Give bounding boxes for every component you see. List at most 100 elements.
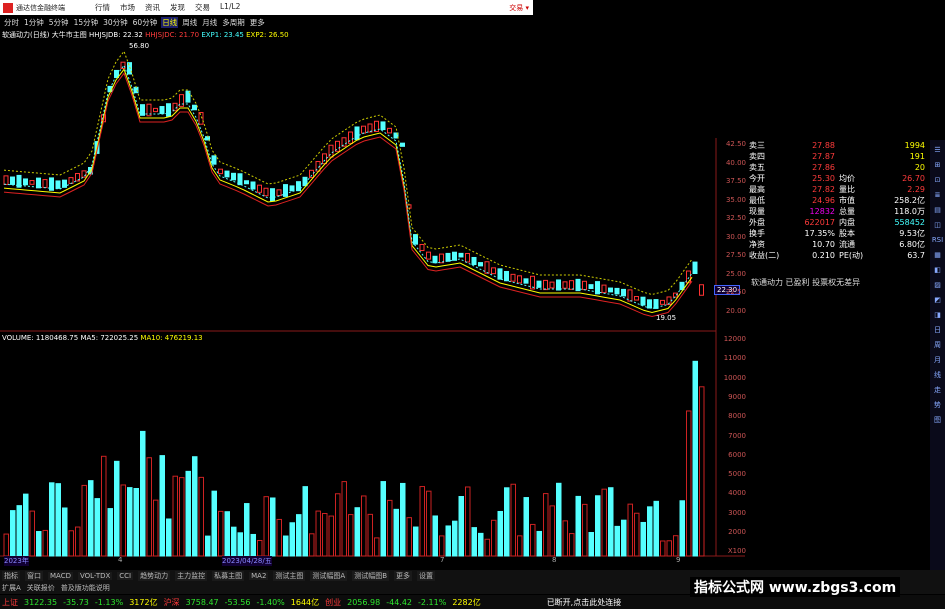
indicator-tab[interactable]: 趋势动力 (138, 571, 171, 581)
volume-bar (75, 526, 81, 557)
indicator-tab[interactable]: MACD (48, 572, 73, 580)
candlestick (647, 299, 652, 309)
volume-bar (653, 500, 659, 557)
period-week[interactable]: 周线 (181, 17, 198, 28)
candlestick (62, 179, 67, 188)
x-label-9: 9 (676, 556, 681, 564)
period-1m[interactable]: 1分钟 (23, 17, 45, 28)
volume-tick: 10000 (723, 373, 746, 382)
sidebar-tool-icon[interactable]: ◫ (932, 219, 944, 232)
period-day[interactable]: 日线 (161, 16, 179, 28)
kline-chart[interactable] (0, 0, 945, 609)
quote-label: 现量 (749, 207, 765, 216)
indicator-tab[interactable]: 设置 (417, 571, 436, 581)
period-multi[interactable]: 多周期 (221, 17, 246, 28)
volume-bar (549, 505, 555, 557)
menu-item-l1l2[interactable]: L1/L2 (220, 2, 240, 13)
extension-tab[interactable]: 关联报价 (27, 583, 55, 593)
sidebar-tool-icon[interactable]: 走 (932, 384, 944, 397)
candlestick (49, 177, 54, 191)
index-name[interactable]: 创业 (325, 597, 341, 608)
connection-status[interactable]: 已断开,点击此处连接 (547, 597, 622, 608)
menu-item-trade[interactable]: 交易 (195, 2, 210, 13)
candlestick (452, 251, 457, 261)
candlestick (536, 280, 542, 288)
candlestick (263, 187, 269, 197)
candlestick (367, 123, 373, 133)
index-price: 2056.98 (347, 597, 381, 607)
volume-bar (127, 487, 133, 557)
menu-item-markets[interactable]: 市场 (120, 2, 135, 13)
exp-line-cyan (3, 64, 693, 310)
volume-bar (88, 480, 94, 557)
candlestick (120, 61, 126, 69)
candlestick (172, 102, 178, 112)
volume-bar (367, 513, 373, 557)
trade-button[interactable]: 交易 ▾ (509, 3, 529, 13)
x-label-8: 8 (552, 556, 557, 564)
volume-bar (562, 520, 568, 557)
indicator-tab[interactable]: 窗口 (25, 571, 43, 581)
indicator-tab[interactable]: 测试主图 (273, 571, 306, 581)
sidebar-tool-icon[interactable]: ⊡ (932, 174, 944, 187)
sidebar-tool-icon[interactable]: ⊞ (932, 159, 944, 172)
indicator-tab[interactable]: 私募主图 (212, 571, 245, 581)
period-15m[interactable]: 15分钟 (73, 17, 100, 28)
menu-item-news[interactable]: 资讯 (145, 2, 160, 13)
sidebar-tool-icon[interactable]: ▦ (932, 249, 944, 262)
sidebar-tool-icon[interactable]: 势 (932, 399, 944, 412)
sidebar-tool-icon[interactable]: 图 (932, 414, 944, 427)
index-name[interactable]: 上证 (2, 597, 18, 608)
menu-item-market[interactable]: 行情 (95, 2, 110, 13)
indicator-tab[interactable]: 主力监控 (175, 571, 208, 581)
volume-bar (133, 488, 139, 557)
main-indicator-name[interactable]: 大牛市主图 (52, 31, 87, 39)
legend-hhjsjdb: HHJSJDB: 22.32 (88, 31, 143, 39)
period-5m[interactable]: 5分钟 (48, 17, 70, 28)
volume-tick: 4000 (728, 489, 746, 498)
menu-item-discover[interactable]: 发现 (170, 2, 185, 13)
price-tick: 37.50 (725, 177, 746, 185)
sidebar-tool-icon[interactable]: ☰ (932, 144, 944, 157)
sidebar-tool-icon[interactable]: 周 (932, 339, 944, 352)
x-label-4: 4 (118, 556, 123, 564)
indicator-tab[interactable]: 测试幅图A (310, 571, 348, 581)
quote-row: 换手 17.35% 股本 9.53亿 (749, 228, 929, 239)
volume-bar (205, 535, 211, 557)
period-60m[interactable]: 60分钟 (132, 17, 159, 28)
indicator-tab[interactable]: CCI (117, 572, 134, 580)
volume-value: VOLUME: 1180468.75 (2, 334, 79, 342)
period-tick[interactable]: 分时 (3, 17, 20, 28)
sidebar-tool-icon[interactable]: 线 (932, 369, 944, 382)
index-name[interactable]: 沪深 (164, 597, 180, 608)
candlestick (328, 144, 334, 158)
period-month[interactable]: 月线 (201, 17, 218, 28)
volume-bar (289, 522, 295, 557)
candlestick (81, 170, 87, 178)
legend-hhjsjdc: HHJSJDC: 21.70 (145, 31, 200, 39)
sidebar-tool-icon[interactable]: 日 (932, 324, 944, 337)
indicator-tab[interactable]: 指标 (2, 571, 20, 581)
sidebar-tool-icon[interactable]: ▤ (932, 204, 944, 217)
sidebar-tool-icon[interactable]: ◧ (932, 264, 944, 277)
sidebar-tool-icon[interactable]: 月 (932, 354, 944, 367)
sidebar-tool-icon[interactable]: ≣ (932, 189, 944, 202)
indicator-tab[interactable]: 测试幅图B (352, 571, 390, 581)
quote-value: 118.0万 (894, 207, 925, 216)
volume-tick: 11000 (723, 354, 746, 363)
sidebar-tool-icon[interactable]: ◨ (932, 309, 944, 322)
quote-cell: 收益(二) 0.210 (749, 250, 839, 261)
indicator-tab[interactable]: VOL-TDX (77, 572, 113, 580)
extension-tab[interactable]: 普及版功能说明 (61, 583, 110, 593)
sidebar-tool-icon[interactable]: ▨ (932, 279, 944, 292)
quote-value: 258.2亿 (894, 196, 925, 205)
indicator-tab[interactable]: 更多 (394, 571, 413, 581)
indicator-tab[interactable]: MA2 (249, 572, 269, 580)
volume-bar (400, 482, 406, 557)
period-more[interactable]: 更多 (249, 17, 266, 28)
sidebar-tool-icon[interactable]: ◩ (932, 294, 944, 307)
extension-tab[interactable]: 扩展A (2, 583, 21, 593)
sidebar-tool-icon[interactable]: RSI (932, 234, 944, 247)
period-30m[interactable]: 30分钟 (102, 17, 129, 28)
volume-bar (107, 508, 113, 557)
